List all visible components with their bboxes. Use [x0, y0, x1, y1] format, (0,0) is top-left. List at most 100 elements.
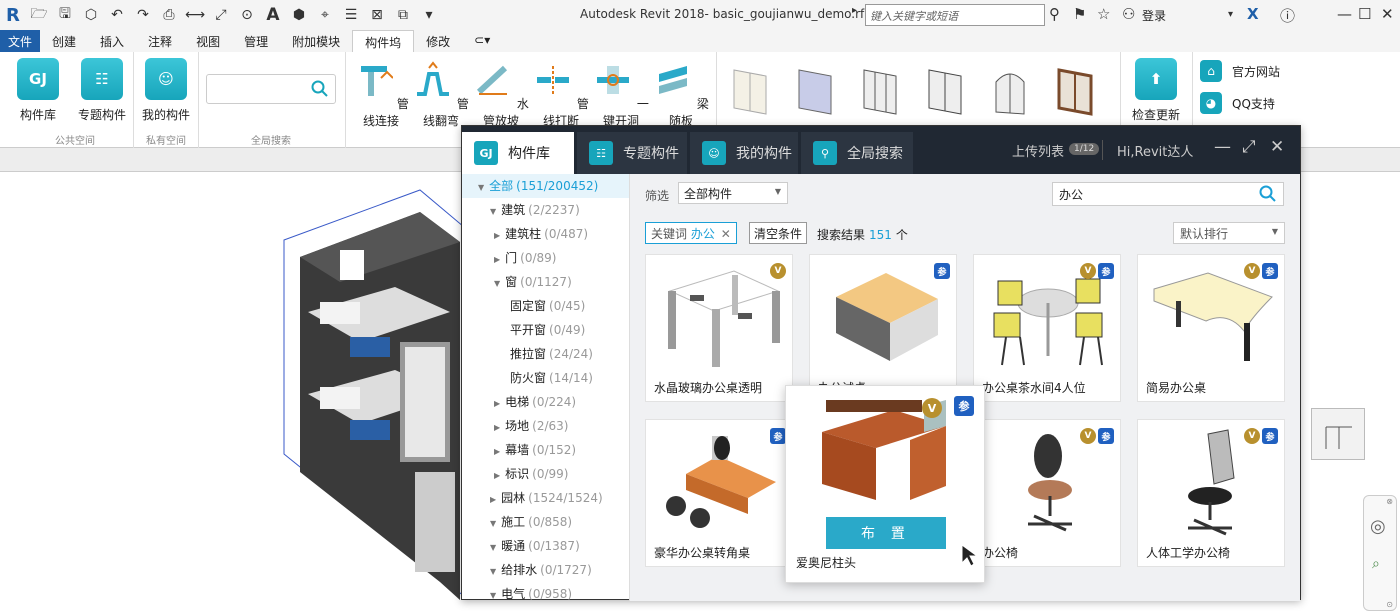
tree-item[interactable]: ▶ 幕墙 (0/152) — [462, 438, 629, 462]
section-icon[interactable]: ⌖ — [314, 4, 336, 26]
tree-item[interactable]: ▶ 场地 (2/63) — [462, 414, 629, 438]
close-icon[interactable]: ✕ — [1270, 137, 1284, 157]
component-card[interactable]: V 参 人体工学办公椅 — [1137, 419, 1285, 567]
component-card[interactable]: V 参 办公桌茶水间4人位 — [973, 254, 1121, 402]
minimize-icon[interactable]: — — [1337, 5, 1352, 23]
caret-right-icon[interactable]: ▶ — [494, 447, 500, 456]
filter-select[interactable]: 全部构件 ▼ — [678, 182, 788, 204]
caret-right-icon[interactable]: ▶ — [494, 423, 500, 432]
user-icon[interactable]: ⚇ — [1122, 5, 1135, 23]
close-hidden-icon[interactable]: ⊠ — [366, 4, 388, 26]
caret-down-icon[interactable]: ▼ — [490, 207, 496, 216]
tab-view[interactable]: 视图 — [184, 30, 232, 52]
qq-support-link[interactable]: ◕ QQ支持 — [1200, 92, 1275, 114]
one-click-opening-button[interactable]: 一键开洞 — [590, 60, 652, 129]
text-icon[interactable]: A — [262, 4, 284, 26]
tree-item[interactable]: ▼ 给排水 (0/1727) — [462, 558, 629, 582]
tab-goujianwu[interactable]: 构件坞 — [352, 30, 415, 52]
tree-item[interactable]: ▶ 建筑柱 (0/487) — [462, 222, 629, 246]
search-input[interactable]: 键入关键字或短语 — [865, 4, 1045, 26]
maximize-icon[interactable]: ☐ — [1358, 5, 1371, 23]
caret-down-icon[interactable]: ▼ — [490, 591, 496, 600]
component-card[interactable]: V 水晶玻璃办公桌透明 — [645, 254, 793, 402]
zoom-icon[interactable]: ⌕ — [1372, 556, 1380, 572]
caret-down-icon[interactable]: ▼ — [478, 183, 484, 192]
revit-logo-icon[interactable]: R — [6, 5, 24, 26]
sync-icon[interactable]: ⬡ — [80, 4, 102, 26]
tree-item[interactable]: 固定窗 (0/45) — [462, 294, 629, 318]
pipe-connect-button[interactable]: 管线连接 — [350, 60, 412, 129]
navigation-bar[interactable]: ⊗ ◎ ⌕ ⊙ — [1363, 495, 1397, 611]
pipe-bend-button[interactable]: 管线翻弯 — [410, 60, 472, 129]
caret-right-icon[interactable]: ▶ — [494, 231, 500, 240]
chevron-right-icon[interactable]: ▸ — [852, 5, 857, 16]
greeting-label[interactable]: Hi,Revit达人 — [1117, 141, 1193, 160]
binoculars-icon[interactable]: ⚲ — [1049, 5, 1060, 23]
tab-create[interactable]: 创建 — [40, 30, 88, 52]
expand-icon[interactable]: ⤢ — [1242, 137, 1256, 157]
window-thumb-6[interactable] — [1055, 66, 1095, 118]
tab-global-search[interactable]: ⚲ 全局搜索 — [801, 132, 913, 174]
dimension-icon[interactable]: ⤢ — [210, 4, 232, 26]
tab-insert[interactable]: 插入 — [88, 30, 136, 52]
tree-item[interactable]: ▼ 全部 (151/200452) — [462, 174, 629, 198]
exchange-icon[interactable]: X — [1247, 5, 1259, 23]
keyword-search-input[interactable]: 办公 — [1052, 182, 1284, 206]
tree-item[interactable]: ▼ 建筑 (2/2237) — [462, 198, 629, 222]
tree-item[interactable]: ▼ 窗 (0/1127) — [462, 270, 629, 294]
caret-right-icon[interactable]: ▶ — [494, 399, 500, 408]
tab-library[interactable]: GJ 构件库 — [462, 132, 574, 174]
dropdown-icon[interactable]: ▾ — [418, 4, 440, 26]
tree-item[interactable]: ▼ 电气 (0/958) — [462, 582, 629, 601]
component-preview-popup[interactable]: V 参 布 置 爱奥尼柱头 — [785, 385, 985, 583]
clear-conditions-button[interactable]: 清空条件 — [749, 222, 808, 244]
topic-button[interactable]: ☷ 专题构件 — [72, 58, 132, 123]
component-card[interactable]: 参 办公试桌 — [809, 254, 957, 402]
check-update-button[interactable]: ⬆ 检查更新 — [1126, 58, 1186, 123]
favorite-icon[interactable]: ☆ — [1097, 5, 1110, 23]
login-button[interactable]: 登录 — [1142, 7, 1166, 24]
caret-right-icon[interactable]: ▶ — [494, 471, 500, 480]
place-button[interactable]: 布 置 — [826, 517, 946, 549]
beam-follow-slab-button[interactable]: 梁随板 — [650, 60, 712, 129]
open-icon[interactable]: 🗁 — [28, 4, 50, 26]
caret-down-icon[interactable]: ▼ — [490, 519, 496, 528]
tab-file[interactable]: 文件 — [0, 30, 41, 52]
window-thumb-2[interactable] — [795, 66, 835, 118]
tree-item[interactable]: ▶ 门 (0/89) — [462, 246, 629, 270]
pipe-break-button[interactable]: 管线打断 — [530, 60, 592, 129]
tree-item[interactable]: ▼ 暖通 (0/1387) — [462, 534, 629, 558]
thin-lines-icon[interactable]: ☰ — [340, 4, 362, 26]
remove-keyword-icon[interactable]: ✕ — [721, 227, 731, 241]
component-card[interactable]: 参 豪华办公桌转角桌 — [645, 419, 793, 567]
view-cube[interactable] — [1311, 408, 1365, 460]
tree-item[interactable]: ▼ 施工 (0/858) — [462, 510, 629, 534]
library-button[interactable]: GJ 构件库 — [8, 58, 68, 123]
switch-windows-icon[interactable]: ⧉ — [392, 4, 414, 26]
tree-item[interactable]: 平开窗 (0/49) — [462, 318, 629, 342]
close-icon[interactable]: ✕ — [1381, 5, 1394, 23]
close-icon[interactable]: ⊗ — [1386, 497, 1393, 506]
save-icon[interactable]: 🖫 — [54, 4, 76, 26]
caret-down-icon[interactable]: ▼ — [494, 279, 500, 288]
help-icon[interactable]: ⓘ — [1280, 5, 1295, 26]
tab-modify[interactable]: 修改 — [414, 30, 462, 52]
caret-right-icon[interactable]: ▶ — [494, 255, 500, 264]
steering-wheel-icon[interactable]: ◎ — [1370, 516, 1386, 537]
ribbon-search-input[interactable] — [206, 74, 336, 104]
caret-right-icon[interactable]: ▶ — [490, 495, 496, 504]
caret-down-icon[interactable]: ▼ — [490, 543, 496, 552]
window-thumb-3[interactable] — [860, 66, 900, 118]
tag-icon[interactable]: ⊙ — [236, 4, 258, 26]
pipe-slope-button[interactable]: 水管放坡 — [470, 60, 532, 129]
tree-item[interactable]: 防火窗 (14/14) — [462, 366, 629, 390]
upload-list-button[interactable]: 上传列表 — [1012, 141, 1064, 160]
redo-icon[interactable]: ↷ — [132, 4, 154, 26]
tab-topic[interactable]: ☷ 专题构件 — [577, 132, 687, 174]
minimize-icon[interactable]: — — [1214, 137, 1231, 157]
tab-my-components[interactable]: ☺ 我的构件 — [690, 132, 798, 174]
tree-item[interactable]: ▶ 园林 (1524/1524) — [462, 486, 629, 510]
chevron-down-icon[interactable]: ▾ — [1228, 9, 1233, 20]
undo-icon[interactable]: ↶ — [106, 4, 128, 26]
tab-extra-dropdown[interactable]: ⊂▾ — [462, 30, 502, 52]
